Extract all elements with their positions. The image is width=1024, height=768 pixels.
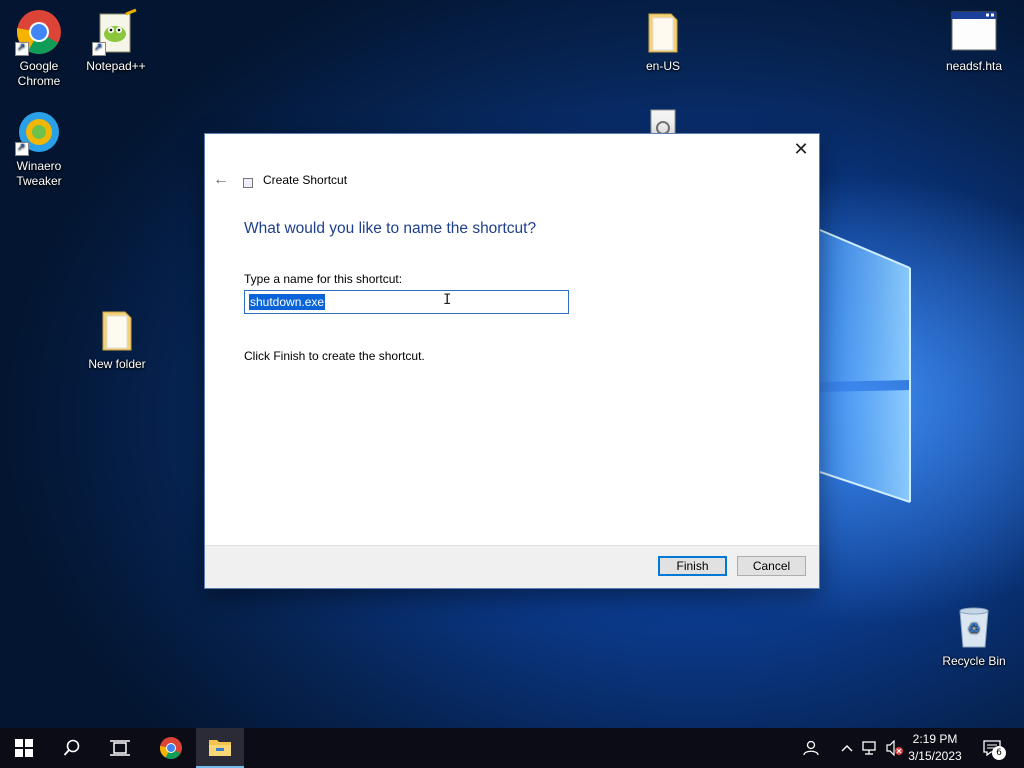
folder-icon [639,8,687,56]
desktop-icon-label: New folder [88,357,146,371]
finish-button[interactable]: Finish [658,556,727,576]
winaero-tweaker-icon [15,108,63,156]
desktop-icon-label: neadsf.hta [945,59,1003,73]
shortcut-app-icon [243,178,253,188]
desktop-icon-recycle-bin[interactable]: ♻ Recycle Bin [936,603,1012,669]
desktop-icon-label: Google Chrome [17,59,61,88]
shortcut-name-value: shutdown.exe [249,294,326,310]
chrome-icon [15,8,63,56]
search-icon [63,739,80,756]
taskbar-chrome-button[interactable] [147,728,195,768]
clock-time: 2:19 PM [912,732,958,746]
close-icon[interactable]: ✕ [791,140,811,160]
system-clock[interactable]: 2:19 PM 3/15/2023 [900,731,970,765]
desktop-icon-settings-file[interactable] [625,106,701,134]
shortcut-name-label: Type a name for this shortcut: [244,272,403,286]
shortcut-arrow-icon [15,140,29,156]
desktop-icon-label: Recycle Bin [942,654,1006,668]
finish-hint: Click Finish to create the shortcut. [244,349,425,363]
shortcut-arrow-icon [15,40,29,56]
notification-count-badge: 6 [992,746,1006,760]
hta-window-icon [950,8,998,56]
shortcut-name-input[interactable]: shutdown.exe [244,290,569,314]
shortcut-arrow-icon [92,40,106,56]
dialog-footer: Finish Cancel [205,545,819,588]
notepad-plus-plus-icon [92,8,140,56]
network-icon[interactable] [860,728,882,768]
desktop-icon-label: Notepad++ [86,59,146,73]
desktop-icon-neadsf-hta[interactable]: neadsf.hta [936,8,1012,74]
clock-date: 3/15/2023 [908,749,962,763]
people-button[interactable] [800,728,824,768]
svg-text:♻: ♻ [968,621,981,637]
folder-icon [93,306,141,354]
taskbar-file-explorer-button[interactable] [196,728,244,768]
desktop-icon-winaero-tweaker[interactable]: Winaero Tweaker [1,108,77,189]
taskbar: 2:19 PM 3/15/2023 6 [0,728,1024,768]
recycle-bin-icon: ♻ [950,603,998,651]
text-cursor-icon: I [443,292,452,308]
task-view-button[interactable] [96,728,144,768]
desktop-icon-label: en-US [645,59,680,73]
file-explorer-icon [209,740,231,756]
dialog-title: Create Shortcut [263,173,348,187]
desktop-icon-google-chrome[interactable]: Google Chrome [1,8,77,89]
chrome-icon [160,737,182,759]
settings-file-icon [639,106,687,134]
desktop-icon-new-folder[interactable]: New folder [79,306,155,372]
desktop-icon-en-us[interactable]: en-US [625,8,701,74]
windows-logo-icon [15,739,33,757]
chevron-up-icon[interactable] [838,728,856,768]
create-shortcut-dialog: ✕ ← Create Shortcut What would you like … [205,134,819,588]
desktop-icon-label: Winaero Tweaker [16,159,62,188]
dialog-heading: What would you like to name the shortcut… [244,220,537,237]
search-button[interactable] [48,728,96,768]
start-button[interactable] [0,728,48,768]
back-arrow-icon[interactable]: ← [213,171,233,189]
people-icon [803,740,819,756]
desktop-icon-notepad-plus-plus[interactable]: Notepad++ [78,8,154,74]
task-view-icon [110,740,130,756]
cancel-button[interactable]: Cancel [737,556,806,576]
